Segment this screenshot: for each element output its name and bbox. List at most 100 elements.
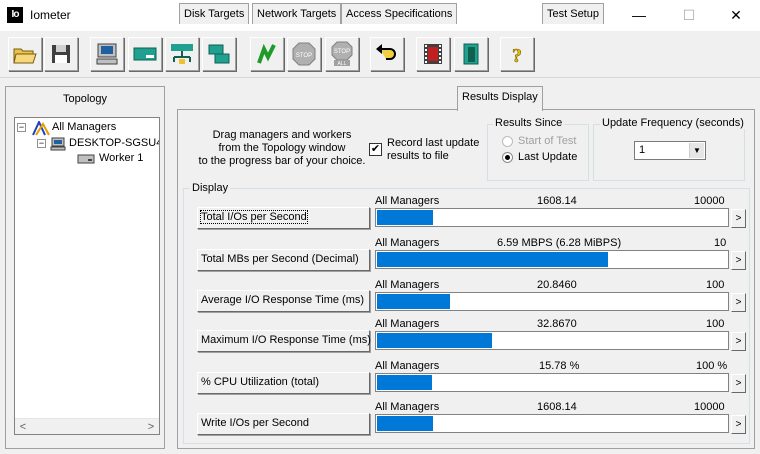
tab-disk-targets[interactable]: Disk Targets xyxy=(179,3,250,24)
topology-header: Topology xyxy=(62,93,108,105)
progress-bar[interactable] xyxy=(375,414,729,433)
network-worker-button[interactable] xyxy=(165,37,199,71)
svg-text:STOP: STOP xyxy=(296,53,312,59)
computer-icon xyxy=(50,137,66,151)
minimize-button[interactable]: — xyxy=(616,0,662,31)
row-value: 1608.14 xyxy=(537,401,577,413)
stop-all-button[interactable]: STOP ALL xyxy=(325,37,359,71)
progress-bar[interactable] xyxy=(375,208,729,227)
start-of-test-radio[interactable] xyxy=(502,136,513,147)
row-max: 10 xyxy=(714,237,727,249)
disk-worker-icon xyxy=(133,47,157,61)
row-arrow-button[interactable]: > xyxy=(731,251,746,270)
progress-bar[interactable] xyxy=(375,331,729,350)
duplicate-worker-button[interactable] xyxy=(202,37,236,71)
tab-access-specifications[interactable]: Access Specifications xyxy=(341,3,458,24)
row-value: 32.8670 xyxy=(537,318,577,330)
row-source-label: All Managers xyxy=(375,401,440,413)
row-arrow-button[interactable]: > xyxy=(731,374,746,393)
progress-bar[interactable] xyxy=(375,292,729,311)
row-max: 10000 xyxy=(694,195,725,207)
maximize-button[interactable]: ☐ xyxy=(666,0,712,31)
row-max: 100 xyxy=(706,318,725,330)
last-update-label: Last Update xyxy=(518,151,578,163)
topology-horizontal-scrollbar[interactable]: < > xyxy=(15,418,159,434)
start-disk-worker-button[interactable] xyxy=(90,37,124,71)
exit-door-button[interactable] xyxy=(454,37,488,71)
row-arrow-button[interactable]: > xyxy=(731,332,746,351)
help-button[interactable]: ? xyxy=(500,37,534,71)
metric-button-total-mbs[interactable]: Total MBs per Second (Decimal) xyxy=(197,249,370,271)
progress-fill xyxy=(377,210,433,225)
close-button[interactable]: ✕ xyxy=(713,0,759,31)
row-arrow-button[interactable]: > xyxy=(731,209,746,228)
row-value: 6.59 MBPS (6.28 MiBPS) xyxy=(497,237,622,249)
folder-open-icon xyxy=(13,48,37,64)
save-config-button[interactable] xyxy=(44,37,78,71)
tab-results-display[interactable]: Results Display xyxy=(457,86,543,111)
duplicate-icon xyxy=(208,44,230,64)
chevron-down-icon: ▼ xyxy=(689,143,704,158)
tab-test-setup[interactable]: Test Setup xyxy=(542,3,604,24)
row-value: 20.8460 xyxy=(537,279,577,291)
row-source-label: All Managers xyxy=(375,318,440,330)
record-last-update-checkbox[interactable]: ✔ xyxy=(369,143,382,156)
topology-tree[interactable]: − All Managers − DESKTOP-SGSU4 Worker 1 xyxy=(14,117,160,435)
tree-item-label: Worker 1 xyxy=(99,152,144,164)
collapse-toggle[interactable]: − xyxy=(17,123,26,132)
row-value: 15.78 % xyxy=(539,360,580,372)
tree-item-label: DESKTOP-SGSU4 xyxy=(69,137,160,149)
topology-pane: Topology − All Managers − DESKTOP-SGSU4 xyxy=(5,86,165,449)
display-title: Display xyxy=(190,182,231,194)
iometer-app-icon: Io xyxy=(7,7,23,23)
metric-button-avg-response[interactable]: Average I/O Response Time (ms) xyxy=(197,290,370,312)
reset-workers-button[interactable] xyxy=(370,37,404,71)
worker-disk-icon xyxy=(77,154,95,164)
svg-text:ALL: ALL xyxy=(338,61,347,67)
help-question-icon: ? xyxy=(512,45,523,67)
metric-button-write-ios[interactable]: Write I/Os per Second xyxy=(197,413,370,435)
row-arrow-button[interactable]: > xyxy=(731,293,746,312)
row-source-label: All Managers xyxy=(375,237,440,249)
stop-button[interactable]: STOP xyxy=(287,37,321,71)
progress-bar[interactable] xyxy=(375,250,729,269)
start-of-test-label: Start of Test xyxy=(518,135,577,147)
row-value: 1608.14 xyxy=(537,195,577,207)
collapse-toggle[interactable]: − xyxy=(37,139,46,148)
drag-instructions: Drag managers and workers from the Topol… xyxy=(198,129,366,167)
row-max: 100 % xyxy=(696,360,728,372)
row-source-label: All Managers xyxy=(375,195,440,207)
scroll-left-icon[interactable]: < xyxy=(15,419,31,434)
progress-bar[interactable] xyxy=(375,373,729,392)
progress-fill xyxy=(377,252,608,267)
metric-button-cpu-utilization[interactable]: % CPU Utilization (total) xyxy=(197,372,370,394)
svg-text:?: ? xyxy=(512,45,522,67)
progress-fill xyxy=(377,294,450,309)
tab-network-targets[interactable]: Network Targets xyxy=(252,3,342,24)
stop-sign-icon: STOP xyxy=(292,42,316,66)
last-update-radio[interactable] xyxy=(502,152,513,163)
floppy-disk-icon xyxy=(52,45,70,63)
update-frequency-select[interactable]: 1 ▼ xyxy=(634,141,706,160)
film-strip-icon xyxy=(424,44,442,64)
row-arrow-button[interactable]: > xyxy=(731,415,746,434)
open-config-button[interactable] xyxy=(8,37,42,71)
metric-button-total-ios[interactable]: Total I/Os per Second xyxy=(197,207,370,229)
computer-icon xyxy=(96,43,118,65)
start-network-worker-button[interactable] xyxy=(128,37,162,71)
scroll-right-icon[interactable]: > xyxy=(143,419,159,434)
window-title: Iometer xyxy=(30,8,71,22)
exit-door-icon xyxy=(463,43,479,65)
progress-fill xyxy=(377,416,433,431)
update-frequency-title: Update Frequency (seconds) xyxy=(600,117,746,129)
stop-all-icon: STOP ALL xyxy=(331,41,353,67)
row-max: 100 xyxy=(706,279,725,291)
row-source-label: All Managers xyxy=(375,360,440,372)
start-tests-button[interactable] xyxy=(250,37,284,71)
row-source-label: All Managers xyxy=(375,279,440,291)
reset-arrow-icon xyxy=(376,44,396,60)
record-last-update-label: Record last update results to file xyxy=(387,137,480,162)
metric-button-max-response[interactable]: Maximum I/O Response Time (ms) xyxy=(197,330,371,352)
exit-button[interactable] xyxy=(416,37,450,71)
row-max: 10000 xyxy=(694,401,725,413)
